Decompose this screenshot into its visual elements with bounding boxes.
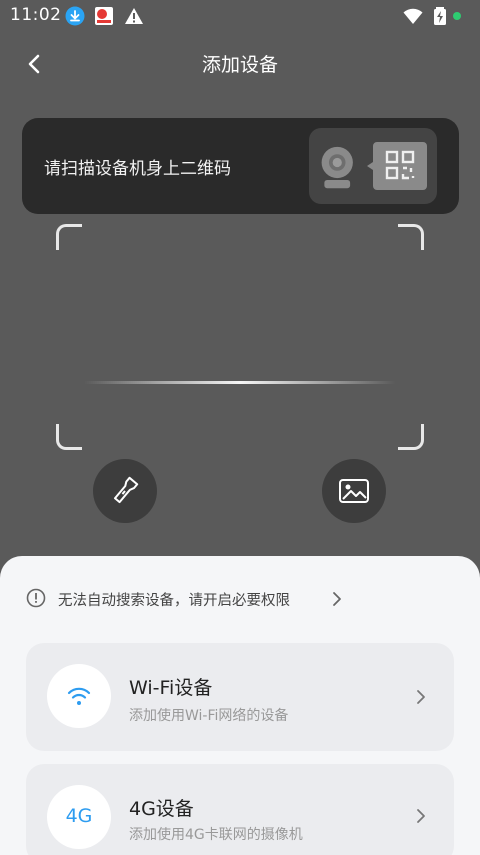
permission-notice[interactable]: 无法自动搜索设备，请开启必要权限 [26,586,366,612]
4g-device-icon-badge: 4G [47,785,111,849]
4g-device-title: 4G设备 [129,798,194,820]
status-indicator-dot [453,12,461,20]
chevron-right-icon [417,690,425,704]
scan-hint-banner: 请扫描设备机身上二维码 [22,118,459,214]
status-time: 11:02 [10,5,62,25]
download-icon [65,6,85,26]
info-icon [26,588,46,608]
chevron-right-icon [417,809,425,823]
4g-device-option[interactable]: 4G 4G设备 添加使用4G卡联网的摄像机 [26,764,454,855]
status-bar: 11:02 [0,0,480,32]
gallery-button[interactable] [322,459,386,523]
page-title: 添加设备 [201,54,278,76]
scan-frame-corner [56,424,82,450]
battery-charging-icon [434,7,446,25]
camera-icon [321,146,353,189]
4g-device-subtitle: 添加使用4G卡联网的摄像机 [129,827,303,843]
4g-icon: 4G [65,805,93,827]
wifi-device-subtitle: 添加使用Wi-Fi网络的设备 [129,708,289,724]
scan-line [84,381,396,384]
header: 添加设备 [0,40,480,84]
qr-code-icon [367,142,427,190]
flashlight-button[interactable] [93,459,157,523]
permission-notice-text: 无法自动搜索设备，请开启必要权限 [58,593,290,609]
scan-frame-corner [56,224,82,250]
scan-hint-text: 请扫描设备机身上二维码 [44,159,231,179]
wifi-device-title: Wi-Fi设备 [129,677,213,699]
wifi-device-option[interactable]: Wi-Fi设备 添加使用Wi-Fi网络的设备 [26,643,454,751]
wifi-icon [67,687,91,705]
app-notification-icon [95,7,113,25]
scan-frame-corner [398,224,424,250]
flashlight-icon [113,476,139,504]
scan-frame [56,224,424,450]
image-icon [339,479,369,503]
scan-hint-illustration [309,128,437,204]
scan-frame-corner [398,424,424,450]
warning-icon [125,8,143,24]
wifi-icon [403,8,423,24]
wifi-device-icon-badge [47,664,111,728]
chevron-right-icon [333,592,341,606]
